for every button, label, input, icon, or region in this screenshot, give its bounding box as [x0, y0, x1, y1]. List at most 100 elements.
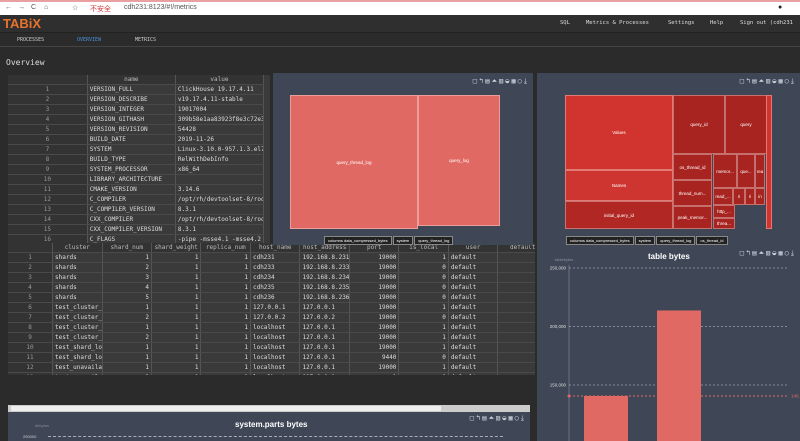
treemap-cell[interactable]: query_log	[418, 95, 500, 226]
table-cell: 1	[200, 262, 251, 273]
table-row[interactable]: 12C_COMPILER/opt/rh/devtoolset-8/root/us	[8, 194, 265, 205]
table-row[interactable]: 10test_shard_localho111localhost127.0.0.…	[8, 342, 535, 353]
treemap-cell[interactable]: threa...	[713, 218, 735, 229]
tab-overview[interactable]: OVERVIEW	[77, 37, 101, 43]
scrollbar-thumb[interactable]	[11, 406, 441, 411]
table-row[interactable]: 11test_shard_localho111localhost127.0.0.…	[8, 352, 535, 363]
table-row[interactable]: 1 shards 1 1 1 cdh231 192.168.8.231 19000 1 defau…	[8, 252, 535, 263]
table-row[interactable]: 14CXX_COMPILER/opt/rh/devtoolset-8/root/…	[8, 214, 265, 225]
treemap-cell[interactable]: memor...	[713, 154, 737, 188]
chart-toolbar[interactable]: □↰▤⏶▥◒▦○⤓	[473, 77, 529, 86]
treemap-cell[interactable]: Values	[565, 95, 673, 170]
table-row[interactable]: 6 BUILD_DATE 2019-11-26	[8, 134, 265, 145]
tab-processes[interactable]: PROCESSES	[17, 37, 44, 43]
breadcrumb[interactable]: columns data_compressed_bytes system query…	[324, 236, 454, 245]
url-bar[interactable]: cdh231:8123/#!/metrics	[124, 4, 197, 11]
table-row[interactable]: 6test_cluster_two_s111127.0.0.1127.0.0.1…	[8, 302, 535, 313]
crumb[interactable]: query_thread_log	[414, 236, 454, 245]
table-cell: 1	[151, 352, 202, 363]
column-header[interactable]: cluster	[52, 243, 103, 253]
treemap-cell[interactable]: rea	[755, 154, 765, 188]
logo[interactable]: TABiX	[3, 16, 41, 31]
breadcrumb[interactable]: columns data_compressed_bytes system query…	[566, 236, 729, 245]
table-row[interactable]: 7test_cluster_two_s211127.0.0.2127.0.0.2…	[8, 312, 535, 323]
table-row[interactable]: 15 CXX_COMPILER_VERSION 8.3.1	[8, 224, 265, 235]
table-cell: 19000	[349, 322, 400, 333]
table-row[interactable]: 9 SYSTEM_PROCESSOR x86_64	[8, 164, 265, 175]
chart-toolbar[interactable]: □↰▤⏶▥◒▦○⤓	[470, 414, 526, 423]
bar[interactable]	[657, 310, 701, 441]
table-cell: 1	[398, 302, 449, 313]
table-cell: 1	[151, 272, 202, 283]
table-cell: VERSION_DESCRIBE	[87, 94, 176, 105]
table-row[interactable]: 5 VERSION_REVISION 54428	[8, 124, 265, 135]
forward-icon[interactable]: →	[18, 4, 25, 11]
treemap-cell[interactable]: que...	[737, 154, 755, 188]
treemap-cell[interactable]: initial_query_id	[565, 201, 673, 229]
crumb[interactable]: os_thread_id	[696, 236, 728, 245]
table-cell: 8.3.1	[175, 204, 265, 215]
table-row[interactable]: 8 BUILD_TYPE RelWithDebInfo	[8, 154, 265, 165]
table-cell: 127.0.0.1	[299, 362, 350, 373]
column-header[interactable]: name	[87, 75, 176, 85]
table-row[interactable]: 12test_unavailable_s111localhost127.0.0.…	[8, 362, 535, 373]
profile-icon[interactable]: ●	[778, 4, 782, 11]
treemap-cell[interactable]: Names	[565, 170, 673, 201]
treemap-cell[interactable]: query	[725, 95, 767, 154]
table-row[interactable]: 4 VERSION_GITHASH 309b58e1aa83923f8e3c72e3…	[8, 114, 265, 125]
treemap-cell[interactable]: peak_memor...	[673, 206, 712, 229]
treemap-cell[interactable]	[766, 95, 772, 229]
column-header[interactable]: shard_weight	[151, 243, 202, 253]
treemap-cell[interactable]: ri	[733, 188, 745, 205]
crumb[interactable]: system	[634, 236, 656, 245]
crumb[interactable]: columns data_compressed_bytes	[566, 236, 634, 245]
table-cell: 1	[200, 332, 251, 343]
reload-icon[interactable]: C	[31, 4, 36, 11]
table-cell: 1	[151, 362, 202, 373]
table-row[interactable]: 16C_FLAGS-pipe -msse4.1 -msse4.2 -mpo	[8, 234, 265, 243]
chart-toolbar[interactable]: □↰▤⏶▥◒▦○⤓	[740, 77, 796, 86]
table-row[interactable]: 2 VERSION_DESCRIBE v19.17.4.11-stable	[8, 94, 265, 105]
table-row[interactable]: 9test_cluster_two_s211localhost127.0.0.1…	[8, 332, 535, 343]
table-row[interactable]: 2 shards 2 1 1 cdh233 192.168.8.233 19000 0 defau…	[8, 262, 535, 273]
treemap-cell[interactable]: ri	[745, 188, 755, 205]
treemap-cell[interactable]: query_id	[673, 95, 725, 154]
table-row[interactable]: 10 LIBRARY_ARCHITECTURE	[8, 174, 265, 185]
table-row[interactable]: 7SYSTEMLinux-3.10.0-957.1.3.el7.x86_	[8, 144, 265, 155]
nav-settings[interactable]: Settings	[668, 20, 695, 26]
table-cell: 5	[102, 292, 153, 303]
treemap-cell[interactable]: read_...	[713, 188, 733, 205]
treemap-cell[interactable]: http_...	[713, 205, 735, 218]
home-icon[interactable]: ⌂	[44, 4, 48, 11]
table-row[interactable]: 5 shards 5 1 1 cdh236 192.168.8.236 19000 0 defau…	[8, 292, 535, 303]
table-row[interactable]: 8test_cluster_two_s111localhost127.0.0.1…	[8, 322, 535, 333]
column-header[interactable]: shard_num	[102, 243, 153, 253]
table-row[interactable]: 11 CMAKE_VERSION 3.14.6	[8, 184, 265, 195]
treemap-cell[interactable]: thread_num...	[673, 180, 712, 206]
treemap-cell[interactable]: os_thread_id	[673, 154, 712, 180]
treemap-cell[interactable]: query_thread_log	[290, 95, 418, 229]
nav-help[interactable]: Help	[710, 20, 723, 26]
star-icon[interactable]: ☆	[72, 4, 78, 12]
column-header[interactable]: value	[175, 75, 265, 85]
treemap-cell[interactable]: in	[755, 188, 765, 205]
table-row[interactable]: 3 VERSION_INTEGER 19017004	[8, 104, 265, 115]
table-row[interactable]: 4 shards 4 1 1 cdh235 192.168.8.235 19000 0 defau…	[8, 282, 535, 293]
horizontal-scrollbar[interactable]	[8, 405, 530, 412]
tab-metrics[interactable]: METRICS	[135, 37, 156, 43]
table-cell: test_unavailable_s	[52, 372, 103, 375]
crumb[interactable]: system	[392, 236, 414, 245]
nav-signout[interactable]: Sign out (cdh231	[740, 20, 793, 26]
column-header[interactable]: replica_num	[200, 243, 251, 253]
table-cell: BUILD_DATE	[87, 134, 176, 145]
bar[interactable]	[584, 395, 628, 441]
nav-sql[interactable]: SQL	[560, 20, 570, 26]
back-icon[interactable]: ←	[5, 4, 12, 11]
nav-metrics[interactable]: Metrics & Processes	[586, 20, 649, 26]
crumb[interactable]: columns data_compressed_bytes	[324, 236, 392, 245]
crumb[interactable]: query_thread_log	[656, 236, 696, 245]
table-row[interactable]: 1 VERSION_FULL ClickHouse 19.17.4.11	[8, 84, 265, 95]
table-row[interactable]: 13test_unavailable_s211localhost127.0.0.…	[8, 372, 535, 375]
table-row[interactable]: 13 C_COMPILER_VERSION 8.3.1	[8, 204, 265, 215]
table-row[interactable]: 3 shards 3 1 1 cdh234 192.168.8.234 19000 0 defau…	[8, 272, 535, 283]
